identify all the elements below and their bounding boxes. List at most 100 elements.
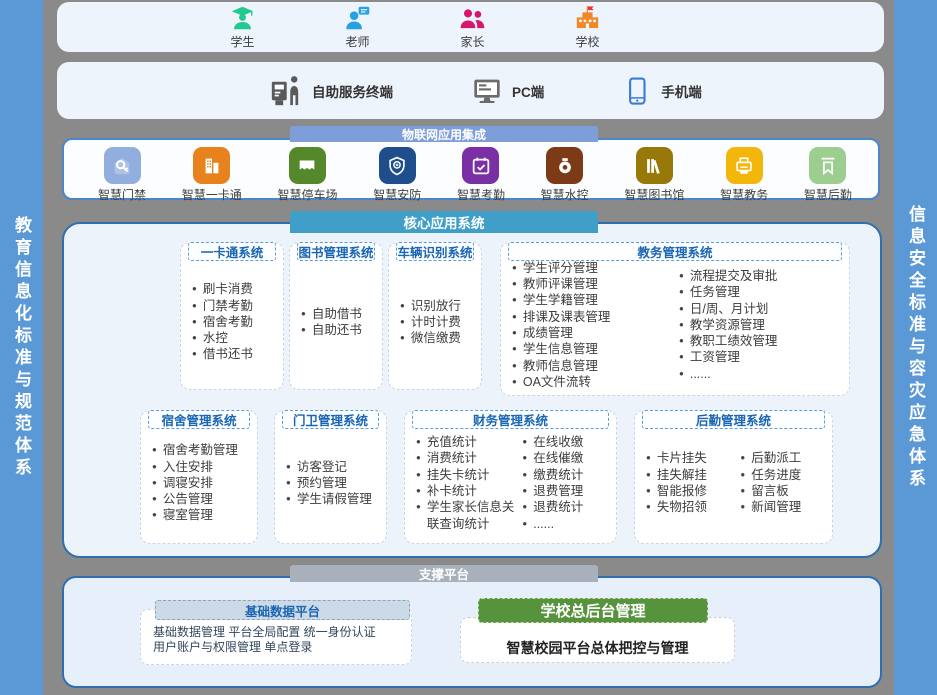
iot-tile-logistics: 智慧后勤 xyxy=(804,147,852,203)
iot-tile-access: 智慧门禁 xyxy=(98,147,146,203)
list-item-label: 流程提交及审批 xyxy=(690,268,778,284)
bullet-icon: ● xyxy=(512,292,517,308)
terminal-item-pc: PC端 xyxy=(471,75,544,107)
bullet-list: ●刷卡消费●门禁考勤●宿舍考勤●水控●借书还书 xyxy=(192,281,280,362)
user-label: 学校 xyxy=(575,33,599,50)
support-banner: 支撑平台 xyxy=(290,565,598,582)
list-item-label: 任务进度 xyxy=(751,467,801,483)
bullet-icon: ● xyxy=(512,260,517,276)
list-item-label: 后勤派工 xyxy=(751,450,801,466)
list-item: ●失物招领 xyxy=(646,499,738,515)
list-item-label: 学生评分管理 xyxy=(523,260,598,276)
parking-icon xyxy=(289,147,326,184)
bullet-list: ●宿舍考勤管理●入住安排●调寝安排●公告管理●寝室管理 xyxy=(152,442,254,523)
base-platform-line: 用户账户与权限管理 单点登录 xyxy=(141,640,411,655)
list-item-label: 公告管理 xyxy=(163,491,213,507)
list-item: ●寝室管理 xyxy=(152,507,254,523)
list-item-label: 失物招领 xyxy=(657,499,707,515)
system-box-library: 图书管理系统 ●自助借书●自助还书 xyxy=(289,242,383,390)
list-item-label: 寝室管理 xyxy=(163,507,213,523)
list-item: ●消费统计 xyxy=(416,450,520,466)
list-item: ●学生学籍管理 xyxy=(512,292,677,308)
iot-tile-parking: 智慧停车场 xyxy=(277,147,337,203)
system-box-vehicle: 车辆识别系统 ●识别放行●计时计费●微信缴费 xyxy=(388,242,482,390)
bullet-icon: ● xyxy=(679,301,684,317)
list-item-label: 退费统计 xyxy=(533,499,583,515)
list-item: ●自助还书 xyxy=(301,322,379,338)
list-item: ●教师信息管理 xyxy=(512,358,677,374)
bullet-icon: ● xyxy=(646,450,651,466)
list-item: ●退费管理 xyxy=(522,483,613,499)
bullet-icon: ● xyxy=(512,276,517,292)
bullet-icon: ● xyxy=(192,346,197,362)
system-box-dorm: 宿舍管理系统 ●宿舍考勤管理●入住安排●调寝安排●公告管理●寝室管理 xyxy=(140,410,258,544)
bullet-icon: ● xyxy=(646,467,651,483)
left-standards-bar: 教育信息化标准与规范体系 xyxy=(0,0,43,695)
bullet-icon: ● xyxy=(679,317,684,333)
list-item-label: 日/周、月计划 xyxy=(690,301,768,317)
list-item-label: 刷卡消费 xyxy=(203,281,253,297)
box-title-chip: 后勤管理系统 xyxy=(642,410,825,429)
list-item: ●挂失解挂 xyxy=(646,467,738,483)
list-item-label: 留言板 xyxy=(751,483,789,499)
parents-icon xyxy=(459,5,486,32)
academic-affairs-icon xyxy=(726,147,763,184)
bullet-icon: ● xyxy=(286,491,291,507)
list-item-label: 学生请假管理 xyxy=(297,491,372,507)
list-item-label: 卡片挂失 xyxy=(657,450,707,466)
bullet-list: ●识别放行●计时计费●微信缴费 xyxy=(400,298,478,347)
list-item: ●教职工绩效管理 xyxy=(679,333,846,349)
base-platform-chip: 基础数据平台 xyxy=(155,600,410,620)
list-item-label: 门禁考勤 xyxy=(203,298,253,314)
bullet-icon: ● xyxy=(740,467,745,483)
bullet-icon: ● xyxy=(301,306,306,322)
bullet-icon: ● xyxy=(522,483,527,499)
bullet-list: ●自助借书●自助还书 xyxy=(301,306,379,339)
bullet-icon: ● xyxy=(522,499,527,515)
list-item: ●水控 xyxy=(192,330,280,346)
bullet-list: ●卡片挂失●挂失解挂●智能报修●失物招领 xyxy=(646,450,738,515)
list-item: ●成绩管理 xyxy=(512,325,677,341)
list-item-label: 访客登记 xyxy=(297,459,347,475)
bullet-icon: ● xyxy=(522,516,527,532)
user-label: 家长 xyxy=(460,33,484,50)
bullet-icon: ● xyxy=(646,483,651,499)
core-banner: 核心应用系统 xyxy=(290,211,598,233)
list-item: ●留言板 xyxy=(740,483,829,499)
user-item-teacher: 老师 xyxy=(300,5,415,50)
list-item-label: 学生信息管理 xyxy=(523,341,598,357)
security-shield-icon xyxy=(379,147,416,184)
iot-label: 智慧停车场 xyxy=(277,186,337,203)
bullet-icon: ● xyxy=(400,298,405,314)
teacher-icon xyxy=(344,5,371,32)
terminal-item-kiosk: 自助服务终端 xyxy=(269,74,393,108)
list-item-label: ...... xyxy=(533,516,554,532)
list-item: ●在线催缴 xyxy=(522,450,613,466)
bullet-icon: ● xyxy=(192,314,197,330)
list-item: ●新闻管理 xyxy=(740,499,829,515)
box-title-chip: 宿舍管理系统 xyxy=(148,410,250,429)
bullet-list: ●后勤派工●任务进度●留言板●新闻管理 xyxy=(740,450,829,515)
list-item-label: 工资管理 xyxy=(690,349,740,365)
list-item: ●入住安排 xyxy=(152,459,254,475)
system-box-academic: 教务管理系统 ●学生评分管理●教师评课管理●学生学籍管理●排课及课表管理●成绩管… xyxy=(500,242,850,396)
terminal-label: 手机端 xyxy=(661,81,702,101)
bullet-list: ●访客登记●预约管理●学生请假管理 xyxy=(286,459,383,508)
admin-platform-box: 智慧校园平台总体把控与管理 xyxy=(460,617,735,663)
list-item-label: 教职工绩效管理 xyxy=(690,333,778,349)
user-label: 老师 xyxy=(345,33,369,50)
bullet-icon: ● xyxy=(416,499,421,532)
bullet-icon: ● xyxy=(679,349,684,365)
list-item-label: 智能报修 xyxy=(657,483,707,499)
terminals-panel: 自助服务终端 PC端 手机端 xyxy=(57,62,884,119)
list-item-label: 任务管理 xyxy=(690,284,740,300)
list-item: ●挂失卡统计 xyxy=(416,467,520,483)
attendance-calendar-icon xyxy=(462,147,499,184)
list-item: ●学生信息管理 xyxy=(512,341,677,357)
iot-tile-onecard: 智慧一卡通 xyxy=(182,147,242,203)
bullet-icon: ● xyxy=(152,442,157,458)
iot-label: 智慧门禁 xyxy=(98,186,146,203)
list-item: ●识别放行 xyxy=(400,298,478,314)
iot-tile-library: 智慧图书馆 xyxy=(624,147,684,203)
bullet-list: ●学生评分管理●教师评课管理●学生学籍管理●排课及课表管理●成绩管理●学生信息管… xyxy=(512,260,677,390)
